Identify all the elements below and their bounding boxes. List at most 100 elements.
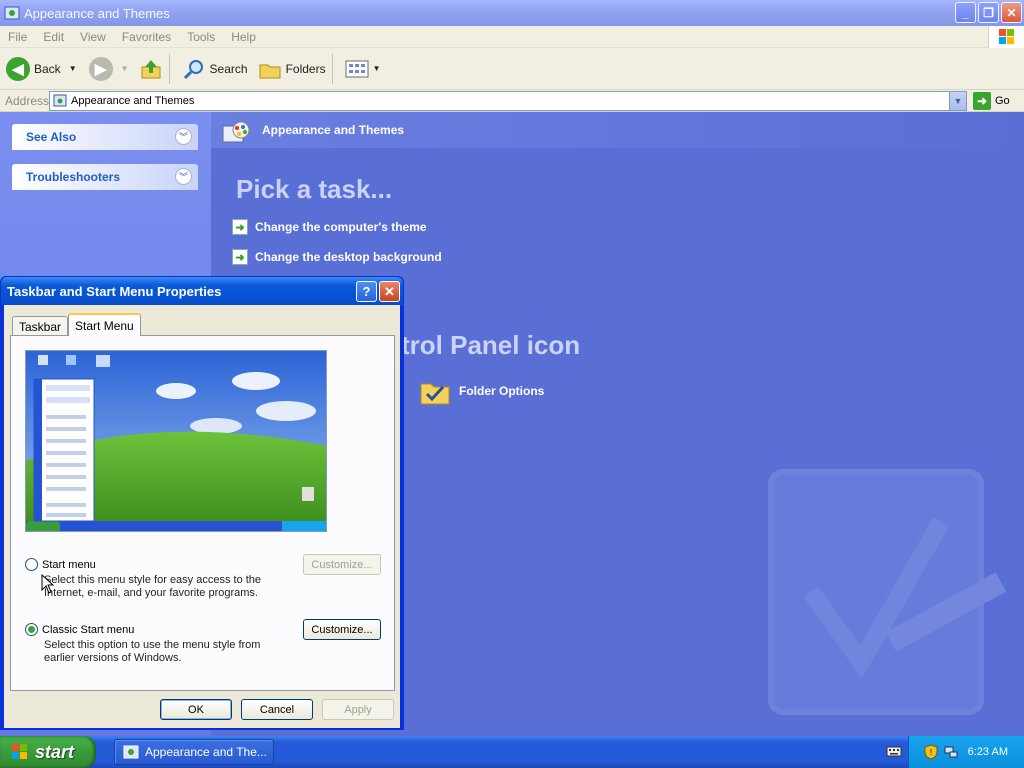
menu-favorites[interactable]: Favorites	[122, 30, 171, 44]
control-panel-icon	[53, 94, 67, 106]
window-titlebar[interactable]: Appearance and Themes _ ❐ ✕	[0, 0, 1024, 26]
window-title: Appearance and Themes	[24, 5, 170, 21]
bliss-wallpaper-preview	[26, 351, 326, 531]
keyboard-icon[interactable]	[886, 744, 902, 758]
folder-options-link[interactable]: Folder Options	[419, 376, 544, 406]
task-change-theme[interactable]: ➜ Change the computer's theme	[232, 219, 427, 235]
dialog-title: Taskbar and Start Menu Properties	[7, 283, 222, 299]
back-button[interactable]: ◀ Back ▼	[6, 52, 77, 86]
tab-strip: Taskbar Start Menu	[12, 313, 141, 336]
network-icon[interactable]	[943, 744, 959, 760]
start-button[interactable]: start	[0, 736, 96, 768]
customize-classic-menu-button[interactable]: Customize...	[303, 619, 381, 640]
pick-icon-heading: trol Panel icon	[401, 330, 581, 360]
up-button[interactable]	[139, 52, 163, 86]
taskbar-window-button[interactable]: Appearance and The...	[114, 739, 274, 765]
address-input[interactable]: Appearance and Themes ▼	[49, 90, 967, 111]
chevron-down-icon[interactable]: ︾	[175, 168, 192, 185]
see-also-label: See Also	[26, 130, 77, 144]
task-label: Change the computer's theme	[255, 220, 427, 234]
menu-tools[interactable]: Tools	[187, 30, 215, 44]
forward-button[interactable]: ▶ ▼	[88, 52, 129, 86]
search-icon	[183, 59, 203, 79]
folder-up-icon	[141, 59, 161, 78]
search-label: Search	[209, 61, 248, 76]
views-icon	[345, 60, 369, 77]
taskbar-properties-dialog: Taskbar and Start Menu Properties ? ✕ Ta…	[0, 276, 404, 730]
green-arrow-icon: ➜	[232, 249, 248, 265]
appearance-themes-icon	[222, 121, 250, 143]
folders-label: Folders	[285, 61, 326, 76]
start-label: start	[35, 741, 75, 762]
clock: 6:23 AM	[967, 746, 1008, 758]
start-menu-description: Select this menu style for easy access t…	[44, 574, 262, 599]
back-dropdown-icon[interactable]: ▼	[69, 64, 77, 73]
views-button[interactable]: ▼	[345, 52, 381, 86]
menu-file[interactable]: File	[8, 30, 27, 44]
toolbar-separator	[168, 53, 170, 84]
start-menu-radio-label: Start menu	[42, 558, 96, 571]
start-menu-tab-pane: Start menu Select this menu style for ea…	[10, 335, 395, 691]
forward-dropdown-icon[interactable]: ▼	[121, 64, 129, 73]
address-bar: Address Appearance and Themes ▼ ➜ Go	[0, 90, 1024, 112]
menu-edit[interactable]: Edit	[43, 30, 64, 44]
minimize-button[interactable]: _	[955, 2, 976, 23]
help-button[interactable]: ?	[356, 281, 377, 302]
classic-start-menu-description: Select this option to use the menu style…	[44, 639, 261, 664]
ok-button[interactable]: OK	[160, 699, 232, 720]
menu-help[interactable]: Help	[231, 30, 256, 44]
standard-toolbar: ◀ Back ▼ ▶ ▼ Search Folders ▼	[0, 48, 1024, 90]
menu-view[interactable]: View	[80, 30, 106, 44]
radio-selected-dot	[28, 626, 35, 633]
apply-button[interactable]: Apply	[322, 699, 394, 720]
dialog-titlebar[interactable]: Taskbar and Start Menu Properties ? ✕	[1, 277, 403, 305]
pick-task-heading: Pick a task...	[236, 174, 393, 204]
dialog-close-button[interactable]: ✕	[379, 281, 400, 302]
taskbar-window-label: Appearance and The...	[145, 745, 267, 759]
troubleshooters-panel[interactable]: Troubleshooters ︾	[12, 164, 198, 190]
go-button[interactable]: ➜ Go	[973, 91, 1010, 110]
go-arrow-icon: ➜	[973, 91, 991, 110]
classic-start-menu-radio[interactable]: Classic Start menu	[25, 623, 134, 636]
restore-button[interactable]: ❐	[978, 2, 999, 23]
close-button[interactable]: ✕	[1001, 2, 1022, 23]
radio-button[interactable]	[25, 623, 38, 636]
category-title: Appearance and Themes	[262, 123, 405, 137]
start-menu-preview	[25, 350, 327, 532]
start-menu-radio[interactable]: Start menu	[25, 558, 96, 571]
address-dropdown-icon[interactable]: ▼	[949, 91, 966, 110]
checklist-watermark-icon	[768, 469, 1007, 715]
green-arrow-icon: ➜	[232, 219, 248, 235]
search-button[interactable]: Search	[182, 52, 248, 86]
folders-icon	[259, 64, 281, 78]
customize-start-menu-button[interactable]: Customize...	[303, 554, 381, 575]
system-tray: ! 6:23 AM	[908, 736, 1024, 768]
folder-options-icon	[420, 383, 450, 405]
see-also-panel[interactable]: See Also ︾	[12, 124, 198, 150]
tab-taskbar[interactable]: Taskbar	[12, 316, 69, 336]
task-change-background[interactable]: ➜ Change the desktop background	[232, 249, 442, 265]
category-header: Appearance and Themes	[211, 112, 1024, 148]
address-value: Appearance and Themes	[71, 94, 195, 107]
task-label: Change the desktop background	[255, 250, 442, 264]
security-shield-icon[interactable]: !	[923, 744, 939, 760]
views-dropdown-icon: ▼	[372, 64, 381, 73]
dialog-body: Taskbar Start Menu Start menu Select thi…	[4, 305, 400, 728]
menu-bar: File Edit View Favorites Tools Help	[0, 26, 1024, 48]
folders-button[interactable]: Folders	[258, 52, 326, 86]
back-arrow-icon: ◀	[6, 56, 30, 81]
taskbar: start Appearance and The... ! 6:23 AM	[0, 736, 1024, 768]
forward-arrow-icon: ▶	[88, 56, 113, 81]
radio-button[interactable]	[25, 558, 38, 571]
desktop: Appearance and Themes _ ❐ ✕ File Edit Vi…	[0, 0, 1024, 768]
tab-start-menu[interactable]: Start Menu	[68, 313, 141, 336]
control-panel-icon	[4, 6, 20, 20]
svg-text:!: !	[930, 748, 932, 757]
go-label: Go	[995, 94, 1010, 107]
folder-options-label: Folder Options	[459, 384, 545, 398]
mouse-cursor-icon	[41, 574, 55, 594]
cancel-button[interactable]: Cancel	[241, 699, 313, 720]
windows-logo-icon	[988, 26, 1024, 48]
chevron-down-icon[interactable]: ︾	[175, 128, 192, 145]
windows-flag-icon	[12, 744, 27, 759]
